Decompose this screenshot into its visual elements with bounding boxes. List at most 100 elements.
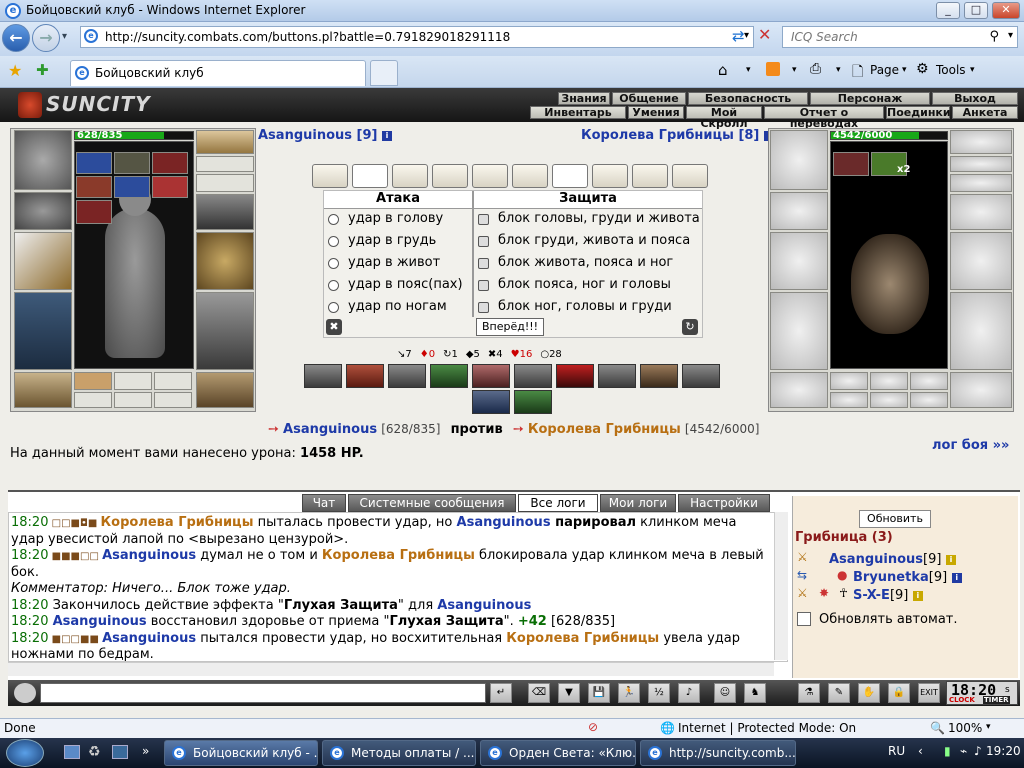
fraction-icon[interactable]: ½ xyxy=(648,683,670,703)
attack-radio[interactable] xyxy=(328,214,339,225)
attack-radio[interactable] xyxy=(328,280,339,291)
empty-slot[interactable] xyxy=(154,392,192,408)
maximize-button[interactable]: □ xyxy=(964,2,988,19)
forward-button[interactable]: Вперёд!!! xyxy=(476,318,544,336)
smile-icon[interactable]: ☺ xyxy=(714,683,736,703)
boots-slot[interactable] xyxy=(196,372,254,408)
tab-active[interactable]: e Бойцовский клуб xyxy=(70,60,366,86)
taskbar-clock[interactable]: 19:20 xyxy=(986,744,1021,758)
forward-button[interactable]: → xyxy=(32,24,60,52)
tab-my-logs[interactable]: Мои логи xyxy=(600,494,676,512)
enemy-effect-icon[interactable] xyxy=(833,152,869,176)
volume-icon[interactable]: ♪ xyxy=(974,744,982,758)
bracers-slot[interactable] xyxy=(14,192,72,230)
send-icon[interactable]: ↵ xyxy=(490,683,512,703)
chat-text[interactable]: Королева Грибницы xyxy=(322,548,475,563)
search-dropdown-icon[interactable]: ▾ xyxy=(1008,30,1013,41)
menu-profile[interactable]: Анкета xyxy=(952,106,1018,119)
scroll-icon[interactable] xyxy=(432,164,468,188)
auto-refresh-checkbox[interactable] xyxy=(797,612,811,626)
scroll-icon[interactable] xyxy=(472,164,508,188)
defense-radio[interactable] xyxy=(478,236,489,247)
defense-radio[interactable] xyxy=(478,302,489,313)
lock-icon[interactable]: 🔒 xyxy=(888,683,910,703)
home-dropdown-icon[interactable]: ▾ xyxy=(746,65,751,75)
scroll-icon[interactable] xyxy=(312,164,348,188)
skill-icon[interactable] xyxy=(682,364,720,388)
start-button[interactable] xyxy=(6,739,44,767)
zoom-dropdown-icon[interactable]: ▾ xyxy=(986,722,991,732)
popup-blocker-icon[interactable]: ⊘ xyxy=(588,720,598,734)
player-name[interactable]: Asanguinous [9] i xyxy=(258,128,393,143)
info-icon[interactable]: i xyxy=(945,554,956,565)
home-icon[interactable]: ⌂ xyxy=(718,61,728,79)
enemy-name[interactable]: Королева Грибницы [8] i xyxy=(581,128,774,143)
menu-duels[interactable]: Поединки xyxy=(886,106,951,119)
feeds-icon[interactable] xyxy=(766,62,780,76)
chat-vertical-scrollbar[interactable] xyxy=(774,512,788,660)
chat-input[interactable] xyxy=(40,683,486,703)
attack-radio[interactable] xyxy=(328,236,339,247)
zoom-level[interactable]: 100% xyxy=(948,721,982,735)
tab-chat[interactable]: Чат xyxy=(302,494,346,512)
earrings-slot[interactable] xyxy=(196,130,254,154)
weapon-slot[interactable] xyxy=(14,232,72,290)
menu-knowledge[interactable]: Знания xyxy=(558,92,610,105)
language-indicator[interactable]: RU xyxy=(888,744,905,758)
figure-icon[interactable]: 🏃 xyxy=(618,683,640,703)
versus-enemy[interactable]: Королева Грибницы xyxy=(528,422,681,437)
tools-dropdown-icon[interactable]: ▾ xyxy=(970,65,975,75)
scroll-icon[interactable] xyxy=(672,164,708,188)
versus-player[interactable]: Asanguinous xyxy=(283,422,377,437)
legs-slot[interactable] xyxy=(196,292,254,370)
battery-icon[interactable]: ▮ xyxy=(944,744,951,758)
skill-icon[interactable] xyxy=(514,364,552,388)
menu-inventory[interactable]: Инвентарь xyxy=(530,106,626,119)
add-favorite-icon[interactable]: ✚ xyxy=(36,61,49,79)
menu-social[interactable]: Общение xyxy=(612,92,686,105)
menu-character[interactable]: Персонаж xyxy=(810,92,930,105)
member-name[interactable]: Asanguinous[9] i xyxy=(829,552,956,567)
member-name[interactable]: S-X-E[9] i xyxy=(853,588,923,603)
skill-icon[interactable] xyxy=(598,364,636,388)
scroll-tool-icon[interactable]: ✎ xyxy=(828,683,850,703)
cancel-icon[interactable]: ✖ xyxy=(326,319,342,335)
info-icon[interactable]: i xyxy=(382,130,393,141)
skill-icon[interactable] xyxy=(388,364,426,388)
skill-icon[interactable] xyxy=(304,364,342,388)
skill-icon[interactable] xyxy=(556,364,594,388)
exit-icon[interactable]: EXIT xyxy=(918,683,940,703)
member-name[interactable]: Bryunetka[9] i xyxy=(853,570,962,585)
scroll-icon[interactable] xyxy=(512,164,548,188)
armor-slot[interactable] xyxy=(14,292,72,370)
page-menu[interactable]: Page xyxy=(870,63,899,77)
attack-radio[interactable] xyxy=(328,258,339,269)
smiley-face-icon[interactable] xyxy=(14,683,36,703)
chat-text[interactable]: Asanguinous xyxy=(53,614,147,629)
effect-icon[interactable] xyxy=(152,152,188,174)
refresh-button[interactable]: Обновить xyxy=(859,510,931,528)
page-dropdown-icon[interactable]: ▾ xyxy=(902,65,907,75)
chat-text[interactable]: Королева Грибницы xyxy=(101,515,254,530)
menu-my-scroll[interactable]: Мой Скролл xyxy=(686,106,762,129)
skill-icon[interactable] xyxy=(346,364,384,388)
empty-slot[interactable] xyxy=(114,392,152,408)
tab-system-messages[interactable]: Системные сообщения xyxy=(348,494,516,512)
hand-icon[interactable]: ✋ xyxy=(858,683,880,703)
taskbar-item-order[interactable]: Орден Света: «Клю... xyxy=(480,740,636,766)
save-icon[interactable]: 💾 xyxy=(588,683,610,703)
minimize-button[interactable]: _ xyxy=(936,2,960,19)
amulet-slot[interactable] xyxy=(196,156,254,172)
clock-label[interactable]: CLOCK xyxy=(949,696,975,704)
info-icon[interactable]: i xyxy=(912,590,923,601)
print-dropdown-icon[interactable]: ▾ xyxy=(836,65,841,75)
empty-slot[interactable] xyxy=(154,372,192,390)
skill-icon[interactable] xyxy=(514,390,552,414)
quicklaunch-more-icon[interactable]: » xyxy=(142,744,149,758)
skill-icon[interactable] xyxy=(640,364,678,388)
effect-icon[interactable] xyxy=(152,176,188,198)
menu-exit[interactable]: Выход xyxy=(932,92,1018,105)
effect-icon[interactable] xyxy=(76,152,112,174)
potion-icon[interactable]: ⚗ xyxy=(798,683,820,703)
history-dropdown-icon[interactable]: ▾ xyxy=(62,31,67,42)
